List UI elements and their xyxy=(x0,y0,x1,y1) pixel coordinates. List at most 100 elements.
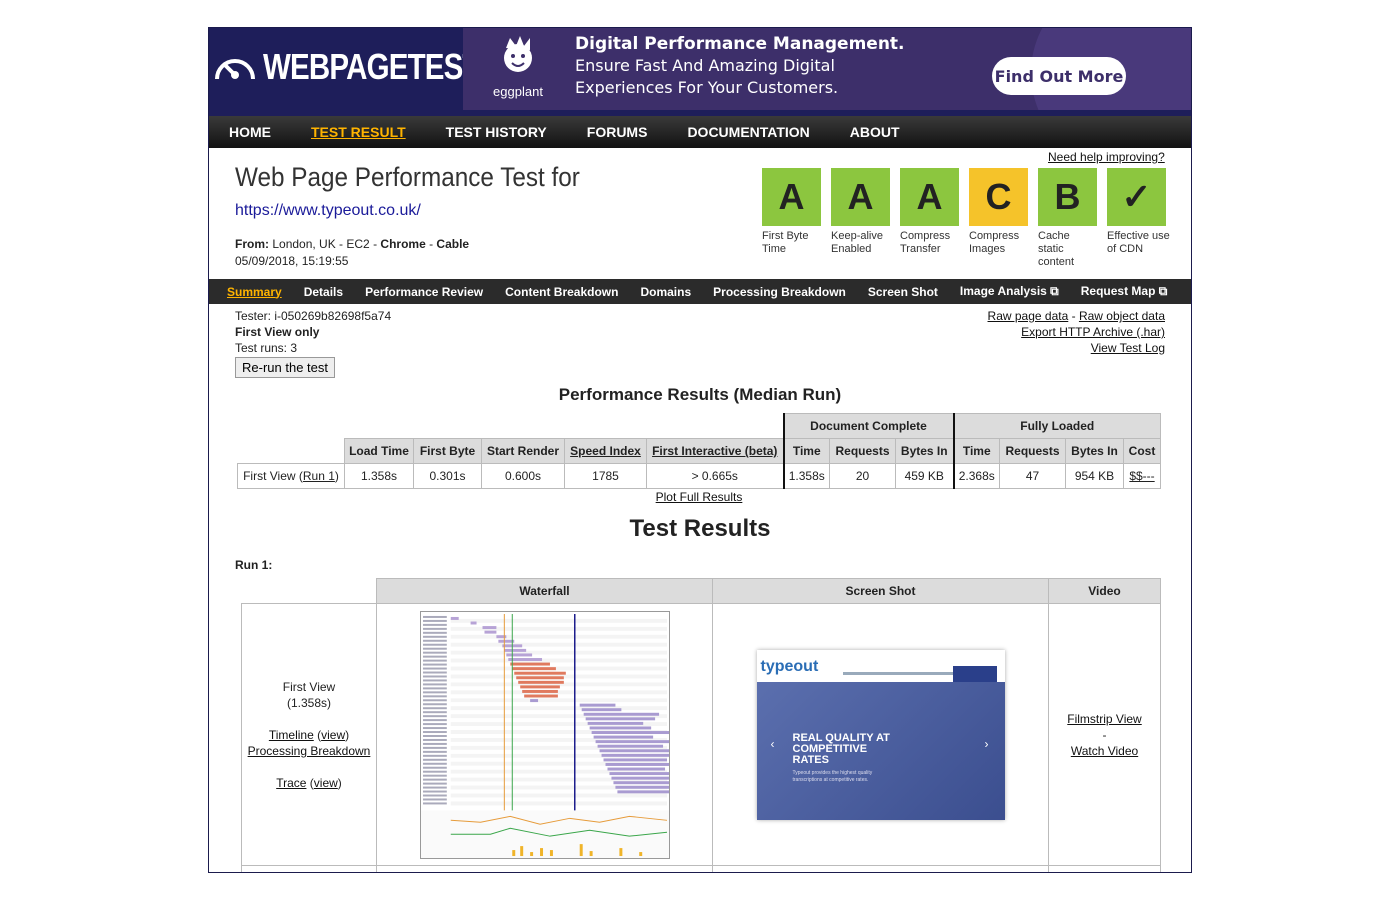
grade-label-keep-alive: Keep-alive Enabled xyxy=(831,230,883,255)
waterfall-thumbnail[interactable] xyxy=(419,610,670,859)
cpu-spike xyxy=(618,847,622,856)
tab-image-analysis[interactable]: Image Analysis ⧉ xyxy=(960,284,1059,299)
processing-breakdown-link[interactable]: Processing Breakdown xyxy=(242,743,376,759)
val-cost-link[interactable]: $$--- xyxy=(1123,463,1161,489)
waterfall-bar xyxy=(597,744,663,748)
eggplant-logo: eggplant xyxy=(483,34,543,104)
waterfall-row-bg xyxy=(450,618,667,623)
waterfall-cell xyxy=(376,603,713,866)
tab-performance-review[interactable]: Performance Review xyxy=(365,285,483,299)
waterfall-row-label xyxy=(422,702,447,705)
timeline-view-link[interactable]: view xyxy=(321,728,345,742)
waterfall-row-bg xyxy=(450,705,667,710)
tab-processing-breakdown[interactable]: Processing Breakdown xyxy=(713,285,846,299)
screenshot-thumbnail[interactable]: typeout REAL QUALITY AT COMPETITIVE RATE… xyxy=(756,649,1005,820)
view-test-log-link[interactable]: View Test Log xyxy=(1091,341,1165,355)
ad-banner[interactable]: eggplant Digital Performance Management.… xyxy=(463,28,1191,110)
waterfall-bar xyxy=(515,675,564,679)
doc-complete-group: Document Complete xyxy=(782,413,954,439)
tab-summary[interactable]: Summary xyxy=(227,285,282,299)
waterfall-bar xyxy=(470,621,477,624)
col-screenshot: Screen Shot xyxy=(712,578,1049,604)
waterfall-row-label xyxy=(422,778,447,781)
waterfall-bar xyxy=(529,698,538,702)
nav-documentation[interactable]: DOCUMENTATION xyxy=(687,124,809,140)
waterfall-row-label xyxy=(422,655,447,658)
filmstrip-view-link[interactable]: Filmstrip View xyxy=(1049,711,1160,727)
tab-screen-shot[interactable]: Screen Shot xyxy=(868,285,938,299)
grade-compress-images[interactable]: C xyxy=(969,168,1028,226)
grade-cdn[interactable]: ✓ xyxy=(1107,168,1166,226)
waterfall-row-label xyxy=(422,643,447,646)
performance-results-heading: Performance Results (Median Run) xyxy=(558,385,842,404)
waterfall-row-bg xyxy=(450,630,667,635)
results-table: Waterfall Screen Shot Video First View (… xyxy=(241,578,1161,872)
waterfall-row-label xyxy=(422,766,447,769)
nav-about[interactable]: ABOUT xyxy=(850,124,900,140)
nav-test-history[interactable]: TEST HISTORY xyxy=(446,124,547,140)
grade-cache-static[interactable]: B xyxy=(1038,168,1097,226)
raw-object-data-link[interactable]: Raw object data xyxy=(1079,309,1165,323)
tab-details[interactable]: Details xyxy=(304,285,343,299)
rerun-test-button[interactable]: Re-run the test xyxy=(235,357,335,378)
grade-first-byte[interactable]: A xyxy=(762,168,821,226)
nav-home[interactable]: HOME xyxy=(229,124,271,140)
blank-cell xyxy=(238,414,784,439)
nav-test-result[interactable]: TEST RESULT xyxy=(311,124,406,140)
tab-domains[interactable]: Domains xyxy=(640,285,691,299)
export-har-link[interactable]: Export HTTP Archive (.har) xyxy=(1021,325,1165,339)
banner-text-2: Experiences For Your Customers. xyxy=(575,78,839,97)
test-url-link[interactable]: https://www.typeout.co.uk/ xyxy=(235,202,421,220)
waterfall-bar xyxy=(585,716,655,720)
waterfall-row-label xyxy=(422,678,447,681)
mascot-icon xyxy=(504,36,532,72)
val-start-render: 0.600s xyxy=(481,463,565,489)
col-speed-index[interactable]: Speed Index xyxy=(564,438,647,464)
waterfall-row-bg xyxy=(450,693,667,698)
dash-sep: - xyxy=(1068,309,1079,323)
waterfall-row-bg xyxy=(450,634,667,639)
waterfall-row-label xyxy=(422,790,447,793)
col-doc-requests: Requests xyxy=(829,438,896,464)
video-dash: - xyxy=(1102,727,1107,742)
need-help-link[interactable]: Need help improving? xyxy=(1048,150,1165,164)
waterfall-row-label xyxy=(422,714,447,717)
waterfall-row-bg xyxy=(450,642,667,647)
waterfall-row-label xyxy=(422,770,447,773)
plot-full-results-link[interactable]: Plot Full Results xyxy=(209,490,1189,504)
waterfall-row-label xyxy=(422,639,447,642)
waterfall-row-label xyxy=(422,659,447,662)
waterfall-row-bg xyxy=(450,650,667,655)
waterfall-row-label xyxy=(422,730,447,733)
raw-page-data-link[interactable]: Raw page data xyxy=(988,309,1069,323)
tab-request-map[interactable]: Request Map ⧉ xyxy=(1081,284,1168,299)
find-out-more-button[interactable]: Find Out More xyxy=(992,57,1126,95)
col-waterfall: Waterfall xyxy=(376,578,713,604)
waterfall-row-label xyxy=(422,750,447,753)
cpu-spike xyxy=(638,851,642,856)
browser-text: Chrome xyxy=(380,237,426,251)
grade-compress-transfer[interactable]: A xyxy=(900,168,959,226)
first-view-label: First View xyxy=(282,679,336,694)
waterfall-row-bg xyxy=(450,796,667,801)
val-doc-requests: 20 xyxy=(829,463,896,489)
grade-keep-alive[interactable]: A xyxy=(831,168,890,226)
waterfall-row-label xyxy=(422,690,447,693)
tab-content-breakdown[interactable]: Content Breakdown xyxy=(505,285,618,299)
timeline-link[interactable]: Timeline xyxy=(269,728,314,742)
next-row-cell xyxy=(376,865,713,872)
waterfall-row-label xyxy=(422,663,447,666)
watch-video-link[interactable]: Watch Video xyxy=(1049,743,1160,759)
nav-forums[interactable]: FORUMS xyxy=(587,124,648,140)
waterfall-bar xyxy=(505,652,532,656)
col-first-interactive[interactable]: First Interactive (beta) xyxy=(646,438,784,464)
trace-link[interactable]: Trace xyxy=(276,776,306,790)
waterfall-bar xyxy=(591,730,669,734)
waterfall-row-label xyxy=(422,734,447,737)
trace-view-link[interactable]: view xyxy=(314,776,338,790)
waterfall-row-bg xyxy=(450,654,667,659)
waterfall-row-label xyxy=(422,631,447,634)
col-doc-bytes: Bytes In xyxy=(895,438,954,464)
run-1-link[interactable]: Run 1 xyxy=(303,469,335,483)
waterfall-row-bg xyxy=(450,662,667,667)
